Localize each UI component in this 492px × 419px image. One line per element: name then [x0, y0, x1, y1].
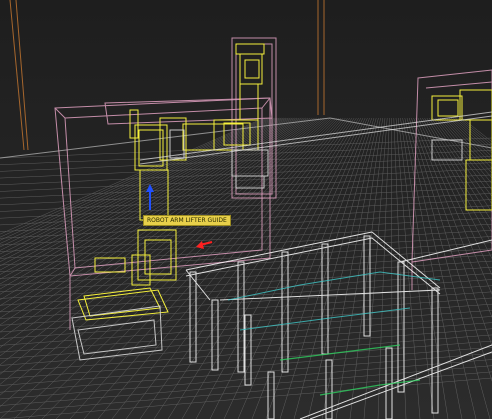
3d-viewport[interactable]: ROBOT ARM LIFTER GUIDE [0, 0, 492, 419]
object-name-tag: ROBOT ARM LIFTER GUIDE [143, 215, 231, 226]
wireframe-scene[interactable] [0, 0, 492, 419]
